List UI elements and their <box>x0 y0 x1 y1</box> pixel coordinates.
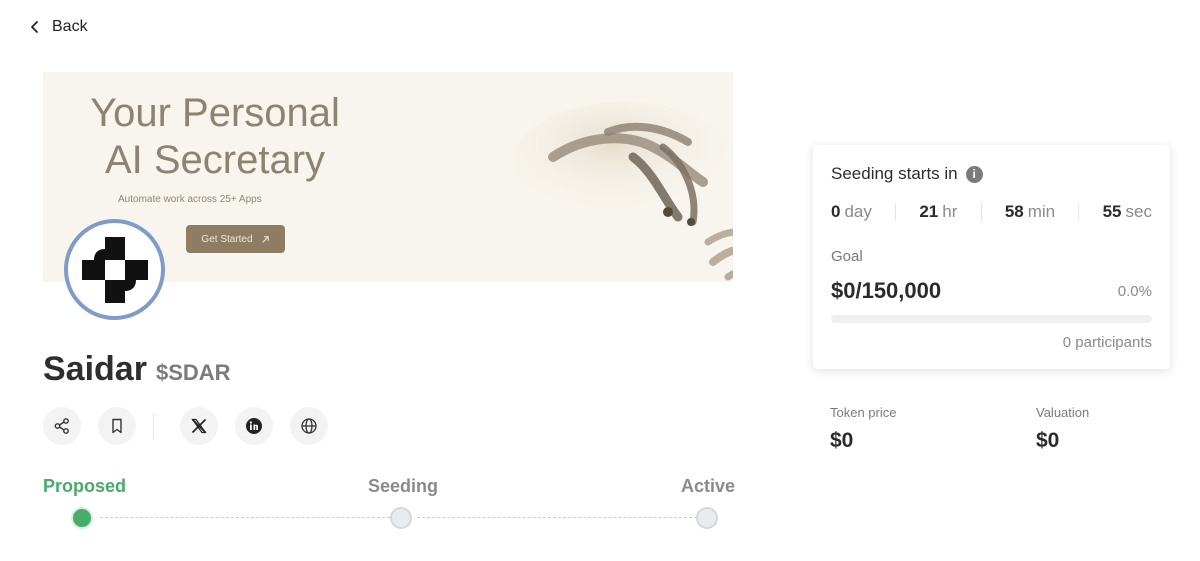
countdown-minutes: 58 min <box>1004 202 1056 221</box>
seeding-title: Seeding starts in i <box>831 164 983 184</box>
stage-connector <box>417 517 697 518</box>
project-ticker: $SDAR <box>155 360 231 385</box>
linkedin-icon <box>246 418 262 434</box>
info-icon[interactable]: i <box>965 165 983 183</box>
stage-active-label: Active <box>681 476 736 496</box>
stage-seeding-label: Seeding <box>368 476 439 496</box>
bookmark-icon <box>112 418 122 434</box>
stage-proposed-dot <box>71 507 93 529</box>
countdown-seconds: 55 sec <box>1102 202 1152 221</box>
back-label: Back <box>52 18 88 35</box>
countdown-hours: 21 hr <box>919 202 958 221</box>
robot-hand-illustration <box>513 102 733 281</box>
website-link-button[interactable] <box>290 407 328 445</box>
countdown-divider <box>895 203 897 221</box>
goal-progress-bar <box>831 315 1152 323</box>
linkedin-link-button[interactable] <box>235 407 273 445</box>
countdown-timer: 0 day 21 hr 58 min 55 sec <box>831 202 1152 222</box>
banner-cta-button: Get Started <box>186 225 285 253</box>
token-price-label: Token price <box>830 405 897 420</box>
project-name: Saidar <box>43 350 147 388</box>
icon-divider <box>153 413 154 439</box>
valuation-label: Valuation <box>1036 405 1090 420</box>
chevron-left-icon <box>31 21 38 33</box>
token-price-value: $0 <box>830 429 854 452</box>
project-title-row: Saidar $SDAR <box>43 350 231 389</box>
goal-label: Goal <box>831 248 863 265</box>
back-button[interactable]: Back <box>28 16 88 38</box>
bookmark-button[interactable] <box>98 407 136 445</box>
banner-headline: Your Personal AI Secretary <box>90 91 340 182</box>
stage-proposed-label: Proposed <box>43 476 127 496</box>
share-icon <box>54 418 69 434</box>
banner-subtitle: Automate work across 25+ Apps <box>118 194 262 205</box>
action-icons <box>43 407 328 445</box>
stage-connector <box>100 517 390 518</box>
goal-amount: $0/150,000 <box>831 278 942 303</box>
countdown-divider <box>1078 203 1080 221</box>
countdown-divider <box>980 203 982 221</box>
stage-seeding-dot <box>390 507 412 529</box>
globe-icon <box>301 418 317 434</box>
stage-active-dot <box>696 507 718 529</box>
x-icon <box>191 418 207 434</box>
share-button[interactable] <box>43 407 81 445</box>
seeding-card: Seeding starts in i 0 day 21 hr 58 min 55 se… <box>813 145 1170 369</box>
goal-percent: 0.0% <box>1117 283 1152 300</box>
project-page: Back Your Personal AI Secretary Automate… <box>0 0 1200 561</box>
project-logo <box>64 219 165 320</box>
x-link-button[interactable] <box>180 407 218 445</box>
valuation-value: $0 <box>1036 429 1060 452</box>
countdown-days: 0 day <box>831 202 872 221</box>
participants-count: 0 participants <box>1062 334 1152 351</box>
arrow-up-right-icon <box>261 235 269 243</box>
saidar-cross-logo-icon <box>81 236 148 303</box>
